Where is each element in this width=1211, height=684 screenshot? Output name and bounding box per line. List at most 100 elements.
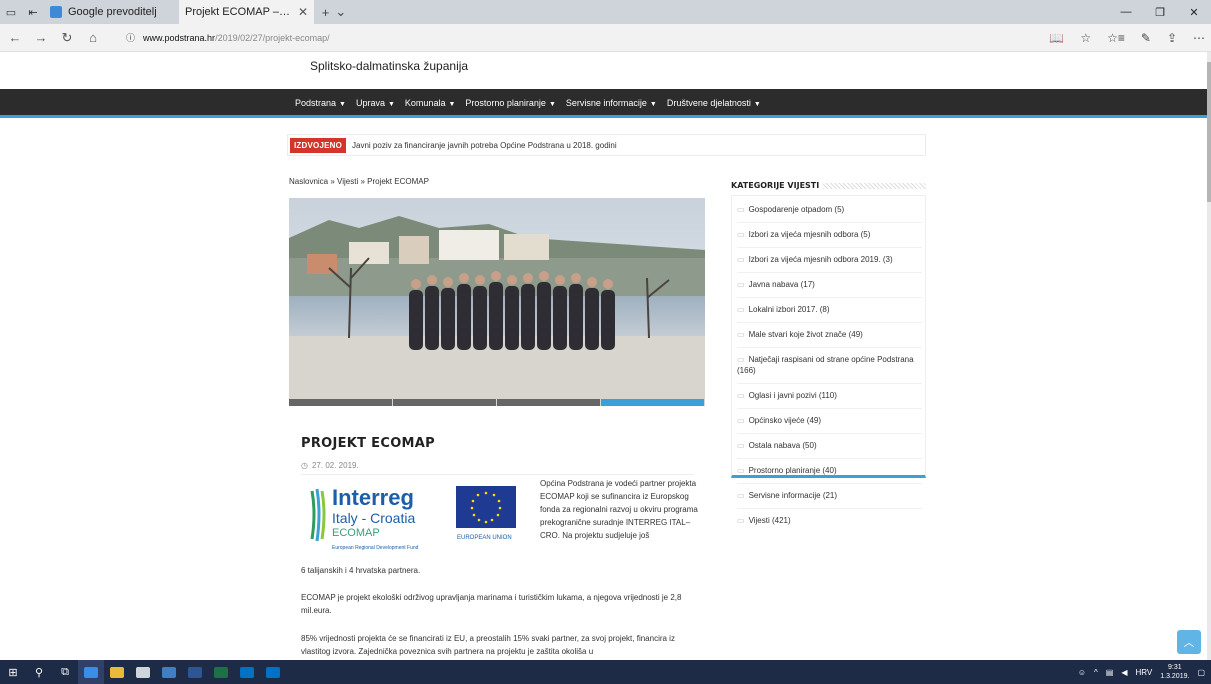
favorites-hub-icon[interactable]: ☆≡ (1107, 31, 1125, 45)
reading-view-icon[interactable]: 📖 (1049, 31, 1064, 45)
home-icon[interactable]: ⌂ (82, 30, 104, 45)
volume-icon[interactable]: ◀ (1121, 668, 1127, 677)
nav-item-komunala[interactable]: Komunala ▼ (405, 98, 455, 108)
back-to-top-button[interactable]: ︿ (1177, 630, 1201, 654)
category-item[interactable]: ▭ Oglasi i javni pozivi (110) (737, 390, 922, 409)
category-label: Natječaji raspisani od strane općine Pod… (737, 355, 914, 375)
category-item[interactable]: ▭ Natječaji raspisani od strane općine Po… (737, 354, 922, 384)
category-item[interactable]: ▭ Servisne informacije (21) (737, 490, 922, 509)
logo-interreg-text: Interreg (332, 485, 414, 510)
close-tab-icon[interactable]: ✕ (298, 5, 308, 19)
folder-icon: ▭ (737, 516, 745, 525)
new-tab-button[interactable]: + ⌄ (314, 0, 354, 24)
back-icon[interactable]: ← (4, 30, 26, 45)
nav-label: Podstrana (295, 98, 337, 108)
browser-toolbar-right: 📖 ☆ ☆≡ ✎ ⇪ ⋯ (1049, 24, 1205, 52)
nav-item-drustvene-djelatnosti[interactable]: Društvene djelatnosti ▼ (667, 98, 761, 108)
caret-down-icon: ▼ (753, 101, 761, 108)
set-aside-tabs-icon[interactable]: ⇤ (22, 0, 44, 24)
network-icon[interactable]: ▤ (1106, 668, 1114, 677)
category-item[interactable]: ▭ Javna nabava (17) (737, 279, 922, 298)
ticker-link[interactable]: Javni poziv za financiranje javnih potre… (352, 141, 617, 150)
plus-icon: + (321, 4, 330, 20)
info-icon[interactable]: ⓘ (126, 31, 135, 44)
chevron-up-icon[interactable]: ^ (1094, 668, 1098, 677)
tab-projekt-ecomap[interactable]: Projekt ECOMAP – Opći ✕ (0, 0, 314, 64)
close-window-icon[interactable]: ✕ (1177, 0, 1211, 24)
category-item[interactable]: ▭ Vijesti (421) (737, 515, 922, 533)
category-widget: ▭ Gospodarenje otpadom (5) ▭ Izbori za vij… (731, 195, 926, 525)
category-item[interactable]: ▭ Male stvari koje život znače (49) (737, 329, 922, 348)
article-intro: Općina Podstrana je vodeći partner proje… (540, 479, 698, 540)
divider (301, 474, 694, 475)
article-paragraph: 85% vrijednosti projekta će se financira… (301, 634, 675, 656)
minimize-icon[interactable]: — (1109, 0, 1143, 24)
share-icon[interactable]: ⇪ (1167, 31, 1177, 45)
nav-item-podstrana[interactable]: Podstrana ▼ (295, 98, 346, 108)
category-item[interactable]: ▭ Gospodarenje otpadom (5) (737, 204, 922, 223)
category-label: Javna nabava (17) (748, 280, 815, 289)
county-title: Splitsko-dalmatinska županija (310, 59, 469, 73)
word-icon[interactable] (182, 660, 208, 684)
forward-icon[interactable]: → (30, 30, 52, 45)
post-title: PROJEKT ECOMAP (301, 436, 435, 451)
more-icon[interactable]: ⋯ (1193, 31, 1205, 45)
nav-item-prostorno-planiranje[interactable]: Prostorno planiranje ▼ (465, 98, 556, 108)
clock-icon: ◷ (301, 461, 308, 470)
folder-icon: ▭ (737, 466, 745, 475)
language-indicator[interactable]: HRV (1135, 668, 1152, 677)
maximize-icon[interactable]: ❐ (1143, 0, 1177, 24)
url-host: www.podstrana.hr (143, 32, 216, 43)
browser-tab-bar: ▭ ⇤ Google prevoditelj Projekt ECOMAP – … (0, 0, 1211, 64)
nav-item-servisne-informacije[interactable]: Servisne informacije ▼ (566, 98, 657, 108)
app-icon[interactable] (156, 660, 182, 684)
outlook-icon-2[interactable] (260, 660, 286, 684)
refresh-icon[interactable]: ↻ (56, 30, 78, 46)
main-navigation: Podstrana ▼ Uprava ▼ Komunala ▼ Prostorno p… (0, 89, 1207, 118)
task-view-icon[interactable]: ⧉ (52, 660, 78, 684)
folder-icon: ▭ (737, 391, 745, 400)
category-item[interactable]: ▭ Općinsko vijeće (49) (737, 415, 922, 434)
windows-start-icon[interactable]: ⊞ (0, 660, 26, 684)
folder-icon: ▭ (737, 255, 745, 264)
excel-icon[interactable] (208, 660, 234, 684)
nav-label: Servisne informacije (565, 98, 647, 108)
caret-down-icon: ▼ (339, 101, 346, 108)
clock[interactable]: 9:31 1.3.2019. (1160, 663, 1189, 681)
nav-label: Prostorno planiranje (465, 98, 546, 108)
url-field[interactable]: ⓘ www.podstrana.hr/2019/02/27/projekt-ec… (126, 31, 330, 44)
pen-icon[interactable]: ✎ (1141, 31, 1151, 45)
page-scrollbar[interactable] (1207, 52, 1211, 660)
category-item[interactable]: ▭ Izbori za vijeća mjesnih odbora 2019. (… (737, 254, 922, 273)
featured-photo[interactable] (289, 198, 705, 406)
chevron-down-icon[interactable]: ⌄ (335, 4, 346, 20)
store-icon[interactable] (130, 660, 156, 684)
file-explorer-icon[interactable] (104, 660, 130, 684)
folder-icon: ▭ (737, 441, 745, 450)
favorite-star-icon[interactable]: ☆ (1080, 31, 1091, 45)
slider-dot-active[interactable] (601, 399, 704, 406)
category-label: Vijesti (421) (748, 516, 791, 525)
search-icon[interactable]: ⚲ (26, 660, 52, 684)
breadcrumb[interactable]: Naslovnica » Vijesti » Projekt ECOMAP (289, 177, 429, 186)
slider-dot[interactable] (497, 399, 600, 406)
outlook-icon[interactable] (234, 660, 260, 684)
slider-dot[interactable] (289, 399, 392, 406)
category-label: Općinsko vijeće (49) (748, 416, 822, 425)
category-item[interactable]: ▭ Lokalni izbori 2017. (8) (737, 304, 922, 323)
people-icon[interactable]: ☺ (1078, 668, 1086, 677)
system-tray: ☺ ^ ▤ ◀ HRV 9:31 1.3.2019. ▢ (1078, 660, 1211, 684)
tab-actions-icon[interactable]: ▭ (0, 0, 22, 24)
slider-dot[interactable] (393, 399, 496, 406)
notifications-icon[interactable]: ▢ (1197, 668, 1205, 677)
category-label: Izbori za vijeća mjesnih odbora (5) (748, 230, 871, 239)
tab-google-translate[interactable]: Google prevoditelj (44, 0, 179, 24)
logo-eu-text: EUROPEAN UNION (457, 535, 512, 541)
category-item[interactable]: ▭ Prostorno planiranje (40) (737, 465, 922, 484)
nav-item-uprava[interactable]: Uprava ▼ (356, 98, 395, 108)
category-list: ▭ Gospodarenje otpadom (5) ▭ Izbori za vij… (737, 204, 922, 539)
scrollbar-thumb[interactable] (1207, 62, 1211, 202)
edge-app-icon[interactable] (78, 660, 104, 684)
category-item[interactable]: ▭ Ostala nabava (50) (737, 440, 922, 459)
category-item[interactable]: ▭ Izbori za vijeća mjesnih odbora (5) (737, 229, 922, 248)
